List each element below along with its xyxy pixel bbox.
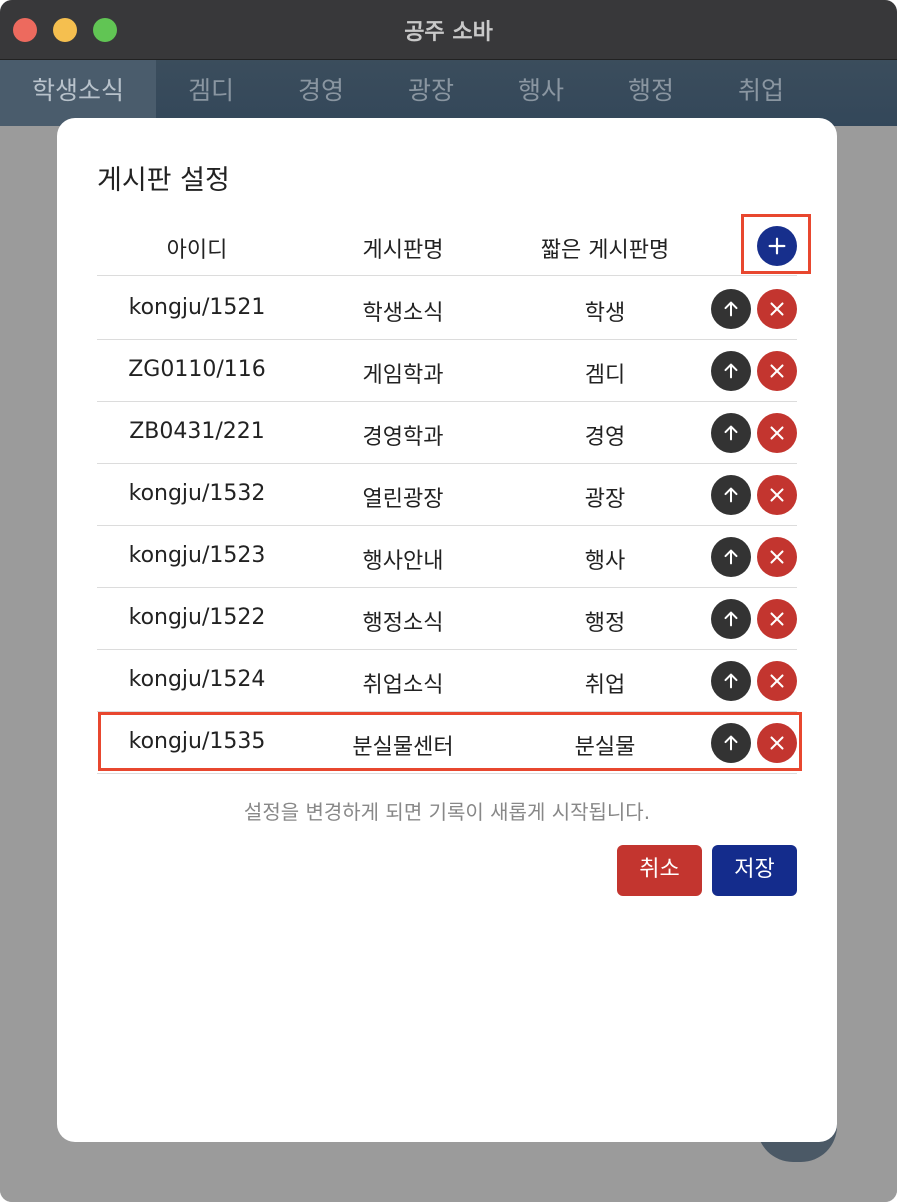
arrow-up-icon <box>724 301 738 317</box>
move-up-button[interactable] <box>711 413 751 453</box>
board-name: 학생소식 <box>362 301 444 326</box>
delete-button[interactable] <box>757 475 797 515</box>
new-row-highlight <box>98 712 802 771</box>
save-button[interactable]: 저장 <box>712 845 797 896</box>
board-short-name: 겜디 <box>584 363 626 388</box>
board-short-name: 취업 <box>584 673 626 698</box>
delete-button[interactable] <box>757 289 797 329</box>
board-id: ZG0110/116 <box>128 357 266 382</box>
board-short-name: 행사 <box>584 549 626 574</box>
arrow-up-icon <box>724 549 738 565</box>
close-icon <box>770 674 784 688</box>
delete-button[interactable] <box>757 413 797 453</box>
tab-employment[interactable]: 취업 <box>706 60 816 126</box>
table-row: kongju/1524 취업소식 취업 <box>97 650 797 712</box>
arrow-up-icon <box>724 487 738 503</box>
delete-button[interactable] <box>757 351 797 391</box>
board-name: 취업소식 <box>362 673 444 698</box>
tab-events[interactable]: 행사 <box>486 60 596 126</box>
board-name: 경영학과 <box>362 425 444 450</box>
tab-administration[interactable]: 행정 <box>596 60 706 126</box>
column-header-id: 아이디 <box>166 238 228 263</box>
board-id: kongju/1522 <box>128 605 266 630</box>
board-short-name: 경영 <box>584 425 626 450</box>
close-icon <box>770 426 784 440</box>
window-title: 공주 소바 <box>404 20 493 45</box>
board-settings-dialog: 게시판 설정 아이디 게시판명 짧은 게시판명 kongju/1521 학생소식… <box>57 118 837 1142</box>
move-up-button[interactable] <box>711 475 751 515</box>
column-header-name: 게시판명 <box>362 238 444 263</box>
board-name: 열린광장 <box>362 487 444 512</box>
tab-plaza[interactable]: 광장 <box>376 60 486 126</box>
table-row: ZB0431/221 경영학과 경영 <box>97 402 797 464</box>
table-row: kongju/1532 열린광장 광장 <box>97 464 797 526</box>
close-icon <box>770 488 784 502</box>
cancel-button[interactable]: 취소 <box>617 845 702 896</box>
arrow-up-icon <box>724 425 738 441</box>
board-id: kongju/1523 <box>128 543 266 568</box>
board-name: 행정소식 <box>362 611 444 636</box>
close-icon <box>770 302 784 316</box>
move-up-button[interactable] <box>711 599 751 639</box>
close-icon <box>770 612 784 626</box>
delete-button[interactable] <box>757 537 797 577</box>
tab-student-news[interactable]: 학생소식 <box>0 60 156 126</box>
board-short-name: 행정 <box>584 611 626 636</box>
board-id: kongju/1524 <box>128 667 266 692</box>
table-header: 아이디 게시판명 짧은 게시판명 <box>97 216 797 276</box>
tab-business[interactable]: 경영 <box>266 60 376 126</box>
arrow-up-icon <box>724 363 738 379</box>
column-header-short-name: 짧은 게시판명 <box>540 238 670 263</box>
table-row: kongju/1521 학생소식 학생 <box>97 278 797 340</box>
app-window: 공주 소바 학생소식 겜디 경영 광장 행사 행정 취업 게시판 설정 아이디 … <box>0 0 897 1202</box>
move-up-button[interactable] <box>711 661 751 701</box>
arrow-up-icon <box>724 611 738 627</box>
board-id: kongju/1532 <box>128 481 266 506</box>
table-row: kongju/1522 행정소식 행정 <box>97 588 797 650</box>
board-id: ZB0431/221 <box>129 419 265 444</box>
board-id: kongju/1521 <box>128 295 266 320</box>
delete-button[interactable] <box>757 599 797 639</box>
move-up-button[interactable] <box>711 537 751 577</box>
move-up-button[interactable] <box>711 351 751 391</box>
tab-game-design[interactable]: 겜디 <box>156 60 266 126</box>
board-short-name: 광장 <box>584 487 626 512</box>
add-button-highlight <box>741 214 811 274</box>
board-name: 게임학과 <box>362 363 444 388</box>
board-name: 행사안내 <box>362 549 444 574</box>
board-short-name: 학생 <box>584 301 626 326</box>
arrow-up-icon <box>724 673 738 689</box>
close-icon <box>770 550 784 564</box>
table-row: ZG0110/116 게임학과 겜디 <box>97 340 797 402</box>
move-up-button[interactable] <box>711 289 751 329</box>
delete-button[interactable] <box>757 661 797 701</box>
settings-notice: 설정을 변경하게 되면 기록이 새롭게 시작됩니다. <box>243 800 651 824</box>
close-icon <box>770 364 784 378</box>
dialog-title: 게시판 설정 <box>97 165 230 196</box>
table-row: kongju/1523 행사안내 행사 <box>97 526 797 588</box>
title-bar: 공주 소바 <box>0 0 897 60</box>
tab-bar: 학생소식 겜디 경영 광장 행사 행정 취업 <box>0 60 897 126</box>
